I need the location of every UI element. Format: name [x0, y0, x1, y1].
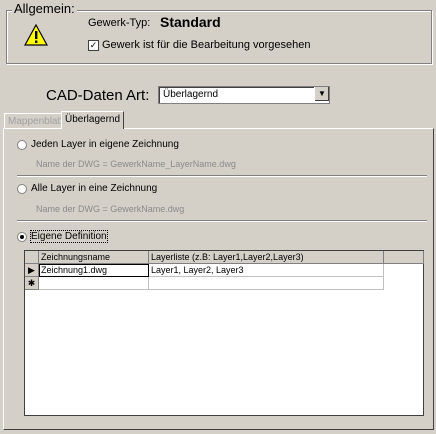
chevron-down-icon[interactable]: ▼ [314, 87, 329, 101]
radio-eigene-definition-label: Eigene Definition [30, 230, 108, 243]
radio-eine-zeichnung-label: Alle Layer in eine Zeichnung [31, 183, 158, 194]
radio-eine-zeichnung[interactable] [17, 184, 27, 194]
hint-layer-name: Name der DWG = GewerkName_LayerName.dwg [36, 159, 236, 169]
general-legend: Allgemein: [12, 1, 77, 16]
drawing-definition-grid[interactable]: Zeichnungsname Layerliste (z.B: Layer1,L… [24, 250, 424, 416]
cell-layerliste[interactable]: Layer1, Layer2, Layer3 [149, 264, 384, 277]
cad-daten-art-select[interactable]: Überlagernd ▼ [158, 86, 330, 104]
cell-zeichnungsname[interactable]: Zeichnung1.dwg [39, 264, 149, 277]
warning-icon [24, 24, 48, 46]
bearbeitung-checkbox-label: Gewerk ist für die Bearbeitung vorgesehe… [102, 39, 311, 51]
cad-daten-art-label: CAD-Daten Art: [46, 87, 150, 104]
grid-corner [25, 251, 39, 264]
separator [17, 220, 427, 222]
column-header-empty [384, 251, 424, 264]
cad-daten-art-value: Überlagernd [163, 89, 219, 100]
column-header-zeichnungsname[interactable]: Zeichnungsname [39, 251, 149, 264]
row-selector-new[interactable]: ✱ [25, 277, 39, 290]
bearbeitung-checkbox[interactable]: ✓ [88, 40, 99, 51]
tab-mappenblatt[interactable]: Mappenblatt [4, 113, 68, 128]
tab-ueberlagernd[interactable]: Überlagernd [61, 111, 125, 129]
cell-new-zeichnungsname[interactable] [39, 277, 149, 290]
gewerk-typ-label: Gewerk-Typ: [88, 17, 151, 29]
radio-eigene-zeichnung-label: Jeden Layer in eigene Zeichnung [31, 139, 179, 150]
cell-new-layerliste[interactable] [149, 277, 384, 290]
gewerk-typ-value: Standard [160, 14, 221, 30]
column-header-layerliste[interactable]: Layerliste (z.B: Layer1,Layer2,Layer3) [149, 251, 384, 264]
radio-eigene-zeichnung[interactable] [17, 140, 27, 150]
hint-gewerk-name: Name der DWG = GewerkName.dwg [36, 204, 185, 214]
separator [17, 175, 427, 177]
radio-eigene-definition[interactable] [17, 232, 27, 242]
row-selector-current[interactable]: ▶ [25, 264, 39, 277]
